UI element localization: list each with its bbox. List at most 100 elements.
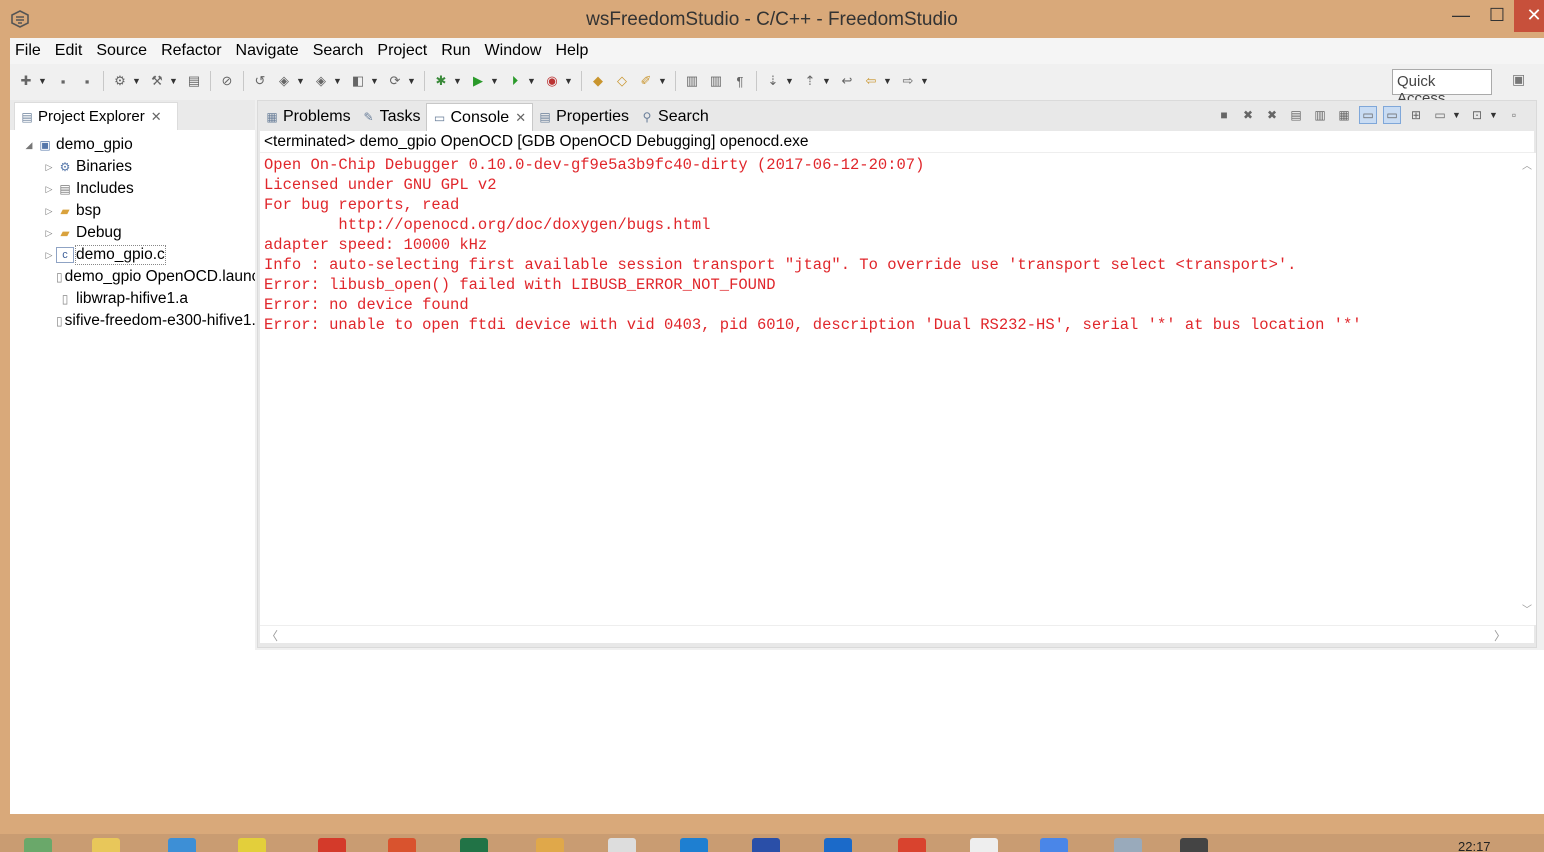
menu-project[interactable]: Project xyxy=(377,42,427,60)
display-console-icon[interactable]: ▭ xyxy=(1431,106,1449,124)
tree-item-includes[interactable]: ▷ ▤ Includes xyxy=(10,178,255,200)
debug-bug-icon[interactable]: ✱ xyxy=(432,72,450,90)
toggle-block-icon[interactable]: ▥ xyxy=(707,72,725,90)
profile-dropdown-icon[interactable]: ▼ xyxy=(564,76,573,86)
open-console-dropdown-icon[interactable]: ▼ xyxy=(1489,110,1498,120)
minimize-button[interactable]: — xyxy=(1446,0,1476,32)
tab-properties[interactable]: ▤ Properties xyxy=(533,103,635,131)
open-type-icon[interactable]: ◆ xyxy=(589,72,607,90)
taskbar-app-icon[interactable] xyxy=(898,838,926,852)
tree-item-cfg-file[interactable]: ▯ sifive-freedom-e300-hifive1.cfg xyxy=(10,310,255,332)
close-icon[interactable]: ✕ xyxy=(515,110,526,126)
external-tool-dropdown-icon[interactable]: ▼ xyxy=(527,76,536,86)
step-icon[interactable]: ↺ xyxy=(251,72,269,90)
new-class-dropdown-icon[interactable]: ▼ xyxy=(370,76,379,86)
tab-console[interactable]: ▭ Console ✕ xyxy=(426,103,534,131)
menu-refactor[interactable]: Refactor xyxy=(161,42,221,60)
new-icon[interactable]: ✚ xyxy=(17,72,35,90)
scroll-up-icon[interactable]: ︿ xyxy=(1522,157,1532,172)
taskbar-app-icon[interactable] xyxy=(388,838,416,852)
build-hammer-icon[interactable]: ⚒ xyxy=(148,72,166,90)
new-class-icon[interactable]: ◧ xyxy=(349,72,367,90)
collapsed-arrow-icon[interactable]: ▷ xyxy=(42,184,56,195)
next-annotation-dropdown-icon[interactable]: ▼ xyxy=(785,76,794,86)
tab-search[interactable]: ⚲ Search xyxy=(635,103,715,131)
remove-launch-icon[interactable]: ✖ xyxy=(1239,106,1257,124)
show-whitespace-icon[interactable]: ¶ xyxy=(731,72,749,90)
taskbar-clock[interactable]: 22:17 xyxy=(1458,839,1491,852)
new-project-icon[interactable]: ◈ xyxy=(275,72,293,90)
refresh-icon[interactable]: ⟳ xyxy=(386,72,404,90)
horizontal-scrollbar[interactable]: 〈 〉 xyxy=(260,625,1534,643)
back-dropdown-icon[interactable]: ▼ xyxy=(883,76,892,86)
menu-file[interactable]: File xyxy=(15,42,41,60)
tree-item-debug[interactable]: ▷ ▰ Debug xyxy=(10,222,255,244)
taskbar-app-icon[interactable] xyxy=(1180,838,1208,852)
previous-annotation-dropdown-icon[interactable]: ▼ xyxy=(822,76,831,86)
tree-item-bsp[interactable]: ▷ ▰ bsp xyxy=(10,200,255,222)
refresh-dropdown-icon[interactable]: ▼ xyxy=(407,76,416,86)
open-perspective-icon[interactable]: ▣ xyxy=(1512,71,1532,91)
expanded-arrow-icon[interactable]: ◢ xyxy=(22,140,36,151)
taskbar-app-icon[interactable] xyxy=(752,838,780,852)
new-project-dropdown-icon[interactable]: ▼ xyxy=(296,76,305,86)
previous-annotation-icon[interactable]: ⇡ xyxy=(801,72,819,90)
back-icon[interactable]: ⇦ xyxy=(862,72,880,90)
taskbar-app-icon[interactable] xyxy=(1114,838,1142,852)
collapsed-arrow-icon[interactable]: ▷ xyxy=(42,162,56,173)
taskbar-app-icon[interactable] xyxy=(1040,838,1068,852)
scroll-right-icon[interactable]: 〉 xyxy=(1494,627,1506,644)
skip-breakpoints-icon[interactable]: ⊘ xyxy=(218,72,236,90)
taskbar-app-icon[interactable] xyxy=(318,838,346,852)
run-icon[interactable]: ▶ xyxy=(469,72,487,90)
menu-help[interactable]: Help xyxy=(555,42,588,60)
save-all-icon[interactable]: ▪ xyxy=(78,72,96,90)
menu-edit[interactable]: Edit xyxy=(55,42,83,60)
tab-tasks[interactable]: ✎ Tasks xyxy=(357,103,427,131)
new-folder-dropdown-icon[interactable]: ▼ xyxy=(333,76,342,86)
forward-icon[interactable]: ⇨ xyxy=(899,72,917,90)
close-window-button[interactable]: ✕ xyxy=(1514,0,1544,32)
menu-run[interactable]: Run xyxy=(441,42,470,60)
collapsed-arrow-icon[interactable]: ▷ xyxy=(42,250,56,261)
word-wrap-icon[interactable]: ▦ xyxy=(1335,106,1353,124)
show-on-stderr-icon[interactable]: ▭ xyxy=(1383,106,1401,124)
save-icon[interactable]: ▪ xyxy=(54,72,72,90)
build-dropdown-icon[interactable]: ▼ xyxy=(169,76,178,86)
tab-problems[interactable]: ▦ Problems xyxy=(260,103,357,131)
last-edit-location-icon[interactable]: ↩ xyxy=(838,72,856,90)
search-tool-dropdown-icon[interactable]: ▼ xyxy=(658,76,667,86)
scroll-down-icon[interactable]: ﹀ xyxy=(1522,601,1532,616)
show-on-stdout-icon[interactable]: ▭ xyxy=(1359,106,1377,124)
manage-configurations-icon[interactable]: ⚙ xyxy=(111,72,129,90)
forward-dropdown-icon[interactable]: ▼ xyxy=(920,76,929,86)
vertical-scrollbar[interactable]: ︿ ﹀ xyxy=(1520,153,1536,625)
collapsed-arrow-icon[interactable]: ▷ xyxy=(42,228,56,239)
quick-access-field[interactable]: Quick Access xyxy=(1392,69,1492,107)
scroll-lock-icon[interactable]: ▥ xyxy=(1311,106,1329,124)
terminate-icon[interactable]: ■ xyxy=(1215,106,1233,124)
taskbar-app-icon[interactable] xyxy=(238,838,266,852)
open-console-icon[interactable]: ⊡ xyxy=(1468,106,1486,124)
console-output[interactable]: Open On-Chip Debugger 0.10.0-dev-gf9e5a3… xyxy=(260,153,1520,625)
tree-item-demo-gpio-c[interactable]: ▷ c demo_gpio.c xyxy=(10,244,255,266)
remove-all-terminated-icon[interactable]: ✖ xyxy=(1263,106,1281,124)
pin-console-icon[interactable]: ⊞ xyxy=(1407,106,1425,124)
taskbar-app-icon[interactable] xyxy=(460,838,488,852)
tree-item-libwrap[interactable]: ▯ libwrap-hifive1.a xyxy=(10,288,255,310)
minimize-view-icon[interactable]: ▫ xyxy=(1505,106,1523,124)
taskbar-app-icon[interactable] xyxy=(824,838,852,852)
clear-console-icon[interactable]: ▤ xyxy=(1287,106,1305,124)
menu-source[interactable]: Source xyxy=(96,42,147,60)
menu-navigate[interactable]: Navigate xyxy=(236,42,299,60)
new-folder-icon[interactable]: ◈ xyxy=(312,72,330,90)
new-dropdown-icon[interactable]: ▼ xyxy=(38,76,47,86)
taskbar-app-icon[interactable] xyxy=(92,838,120,852)
collapsed-arrow-icon[interactable]: ▷ xyxy=(42,206,56,217)
binary-icon[interactable]: ▤ xyxy=(185,72,203,90)
configurations-dropdown-icon[interactable]: ▼ xyxy=(132,76,141,86)
close-icon[interactable]: ✕ xyxy=(151,109,162,125)
tab-project-explorer[interactable]: ▤ Project Explorer ✕ xyxy=(14,102,178,130)
taskbar-app-icon[interactable] xyxy=(680,838,708,852)
tree-item-binaries[interactable]: ▷ ⚙ Binaries xyxy=(10,156,255,178)
